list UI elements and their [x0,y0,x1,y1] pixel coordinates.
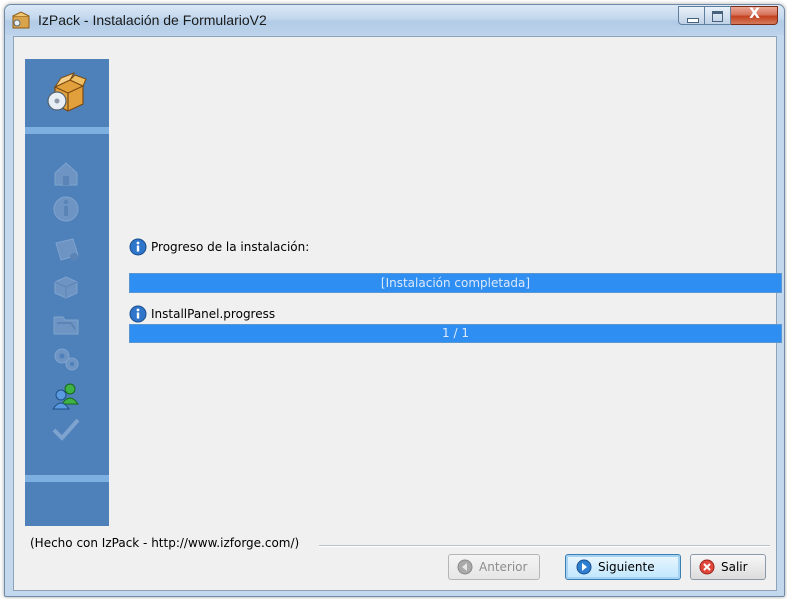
previous-button[interactable]: Anterior [448,554,540,580]
license-icon [55,238,79,261]
app-icon [12,11,30,29]
sidebar-divider-bottom [25,475,109,482]
packs-icon [54,276,78,299]
gears-icon [54,348,79,371]
izpack-credit: (Hecho con IzPack - http://www.izforge.c… [30,536,300,550]
package-box-icon [47,72,87,112]
minimize-icon [687,18,699,23]
overall-progress-text: [Instalación completada] [380,276,531,290]
next-button-label: Siguiente [598,560,655,574]
steps-sidebar [25,59,109,526]
quit-button[interactable]: Salir [690,554,766,580]
info-step-icon [53,196,79,222]
pack-progress-text: 1 / 1 [442,326,469,340]
sidebar-header [25,59,109,127]
footer-divider [319,545,770,547]
users-icon [52,383,79,410]
maximize-icon [712,11,723,22]
pack-progress-label: InstallPanel.progress [151,307,276,321]
sidebar-divider [25,127,109,134]
quit-button-label: Salir [721,560,748,574]
next-button[interactable]: Siguiente [565,554,681,580]
progress-label: Progreso de la instalación: [151,240,310,254]
previous-button-label: Anterior [479,560,528,574]
arrow-right-icon [576,559,592,575]
installer-panel: Progreso de la instalación: [Instalación… [13,36,782,591]
home-icon [54,162,78,186]
installer-window: IzPack - Instalación de FormularioV2 X P… [4,4,785,597]
close-icon: X [749,6,760,22]
info-icon [129,238,147,256]
info-icon [129,305,147,323]
maximize-button[interactable] [705,6,731,25]
window-title: IzPack - Instalación de FormularioV2 [38,12,267,28]
checkmark-icon [52,418,80,441]
close-button[interactable]: X [731,6,778,25]
overall-progress-bar: [Instalación completada] [129,273,782,293]
pack-progress-bar: 1 / 1 [129,324,782,343]
stop-x-icon [699,559,715,575]
target-folder-icon [53,316,79,335]
arrow-left-icon [457,559,473,575]
minimize-button[interactable] [678,6,705,25]
window-controls: X [678,6,778,26]
title-bar[interactable]: IzPack - Instalación de FormularioV2 X [5,5,784,35]
